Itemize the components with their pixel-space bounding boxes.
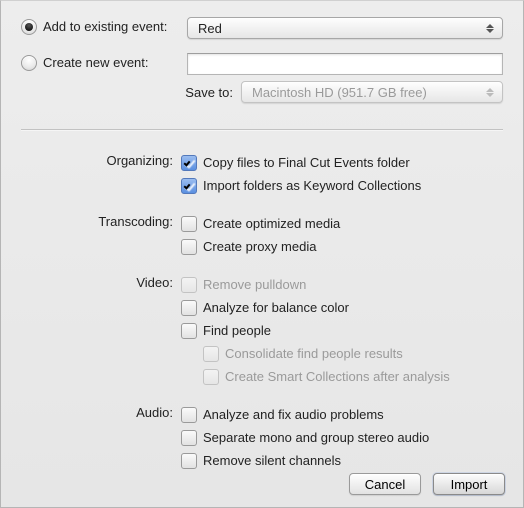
import-folders-label: Import folders as Keyword Collections: [203, 176, 421, 196]
save-to-value: Macintosh HD (951.7 GB free): [252, 85, 427, 100]
import-folders-checkbox[interactable]: Import folders as Keyword Collections: [181, 176, 421, 196]
create-new-event-radio[interactable]: Create new event:: [21, 55, 149, 71]
popup-arrows-icon: [484, 24, 496, 33]
smart-collections-checkbox: Create Smart Collections after analysis: [203, 367, 450, 387]
create-proxy-checkbox[interactable]: Create proxy media: [181, 237, 340, 257]
existing-event-value: Red: [198, 21, 222, 36]
new-event-name-input[interactable]: [187, 53, 503, 75]
separate-mono-label: Separate mono and group stereo audio: [203, 428, 429, 448]
find-people-label: Find people: [203, 321, 271, 341]
remove-pulldown-label: Remove pulldown: [203, 275, 306, 295]
import-button[interactable]: Import: [433, 473, 505, 495]
create-optimized-label: Create optimized media: [203, 214, 340, 234]
analyze-audio-checkbox[interactable]: Analyze and fix audio problems: [181, 405, 429, 425]
create-proxy-label: Create proxy media: [203, 237, 316, 257]
separate-mono-checkbox[interactable]: Separate mono and group stereo audio: [181, 428, 429, 448]
copy-files-checkbox[interactable]: Copy files to Final Cut Events folder: [181, 153, 421, 173]
consolidate-people-label: Consolidate find people results: [225, 344, 403, 364]
popup-arrows-icon: [484, 88, 496, 97]
add-to-existing-label: Add to existing event:: [43, 19, 167, 34]
analyze-balance-label: Analyze for balance color: [203, 298, 349, 318]
analyze-audio-label: Analyze and fix audio problems: [203, 405, 384, 425]
remove-pulldown-checkbox: Remove pulldown: [181, 275, 450, 295]
remove-silent-label: Remove silent channels: [203, 451, 341, 471]
copy-files-label: Copy files to Final Cut Events folder: [203, 153, 410, 173]
create-new-event-label: Create new event:: [43, 55, 149, 70]
transcoding-label: Transcoding:: [1, 214, 181, 229]
organizing-label: Organizing:: [1, 153, 181, 168]
cancel-button[interactable]: Cancel: [349, 473, 421, 495]
create-optimized-checkbox[interactable]: Create optimized media: [181, 214, 340, 234]
consolidate-people-checkbox: Consolidate find people results: [203, 344, 450, 364]
add-to-existing-radio[interactable]: Add to existing event:: [21, 19, 167, 35]
find-people-checkbox[interactable]: Find people: [181, 321, 450, 341]
analyze-balance-checkbox[interactable]: Analyze for balance color: [181, 298, 450, 318]
existing-event-popup[interactable]: Red: [187, 17, 503, 39]
save-to-label: Save to:: [185, 85, 233, 100]
save-to-popup: Macintosh HD (951.7 GB free): [241, 81, 503, 103]
remove-silent-checkbox[interactable]: Remove silent channels: [181, 451, 429, 471]
smart-collections-label: Create Smart Collections after analysis: [225, 367, 450, 387]
video-label: Video:: [1, 275, 181, 290]
audio-label: Audio:: [1, 405, 181, 420]
